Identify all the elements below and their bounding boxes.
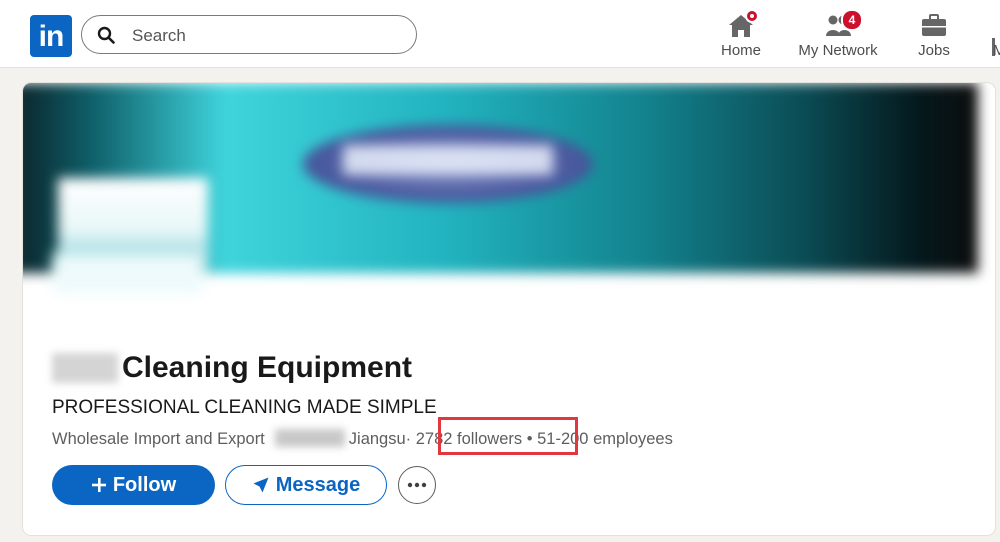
company-tagline: PROFESSIONAL CLEANING MADE SIMPLE <box>52 397 437 418</box>
company-name-redacted <box>52 353 118 383</box>
plus-icon <box>91 478 106 492</box>
nav-jobs-label: Jobs <box>918 42 950 59</box>
search-input[interactable] <box>130 22 404 50</box>
network-badge: 4 <box>841 9 863 31</box>
company-name-text: Cleaning Equipment <box>122 351 413 384</box>
company-profile-card: Cleaning Equipment PROFESSIONAL CLEANING… <box>23 83 995 535</box>
nav-home-label: Home <box>720 42 761 59</box>
location-text: Jiangsu <box>348 430 406 448</box>
company-name: Cleaning Equipment <box>52 351 412 391</box>
message-button[interactable]: Message <box>225 465 387 505</box>
nav-cutoff-label: M <box>993 42 1000 59</box>
notification-dot <box>745 9 759 23</box>
employees-count[interactable]: 51-200 employees <box>537 430 673 448</box>
location-redacted <box>274 429 345 447</box>
nav-jobs[interactable]: Jobs <box>910 8 958 64</box>
meta-separator: · <box>405 430 416 448</box>
briefcase-icon <box>922 14 946 36</box>
ellipsis-icon <box>407 482 427 488</box>
send-icon <box>253 477 269 493</box>
linkedin-logo[interactable]: in <box>30 15 72 57</box>
meta-separator: • <box>522 430 538 448</box>
follow-label: Follow <box>112 473 177 496</box>
more-options-button[interactable] <box>398 466 436 504</box>
company-logo-blur-bottom <box>53 253 203 293</box>
company-meta: Wholesale Import and Export Jiangsu· 2782… <box>52 429 673 449</box>
nav-my-network[interactable]: 4 My Network <box>793 8 883 64</box>
follow-button[interactable]: Follow <box>52 465 215 505</box>
industry-text: Wholesale Import and Export <box>52 430 265 448</box>
search-icon <box>97 26 115 44</box>
search-box[interactable] <box>81 15 417 54</box>
nav-home[interactable]: Home <box>715 8 767 64</box>
nav-my-network-label: My Network <box>798 42 878 59</box>
banner-logo-text-blurred <box>343 145 553 175</box>
followers-count[interactable]: 2782 followers <box>416 430 522 448</box>
cover-banner <box>23 83 978 273</box>
top-nav: in Home 4 My Network Jobs M <box>0 0 1000 68</box>
message-label: Message <box>275 473 361 496</box>
